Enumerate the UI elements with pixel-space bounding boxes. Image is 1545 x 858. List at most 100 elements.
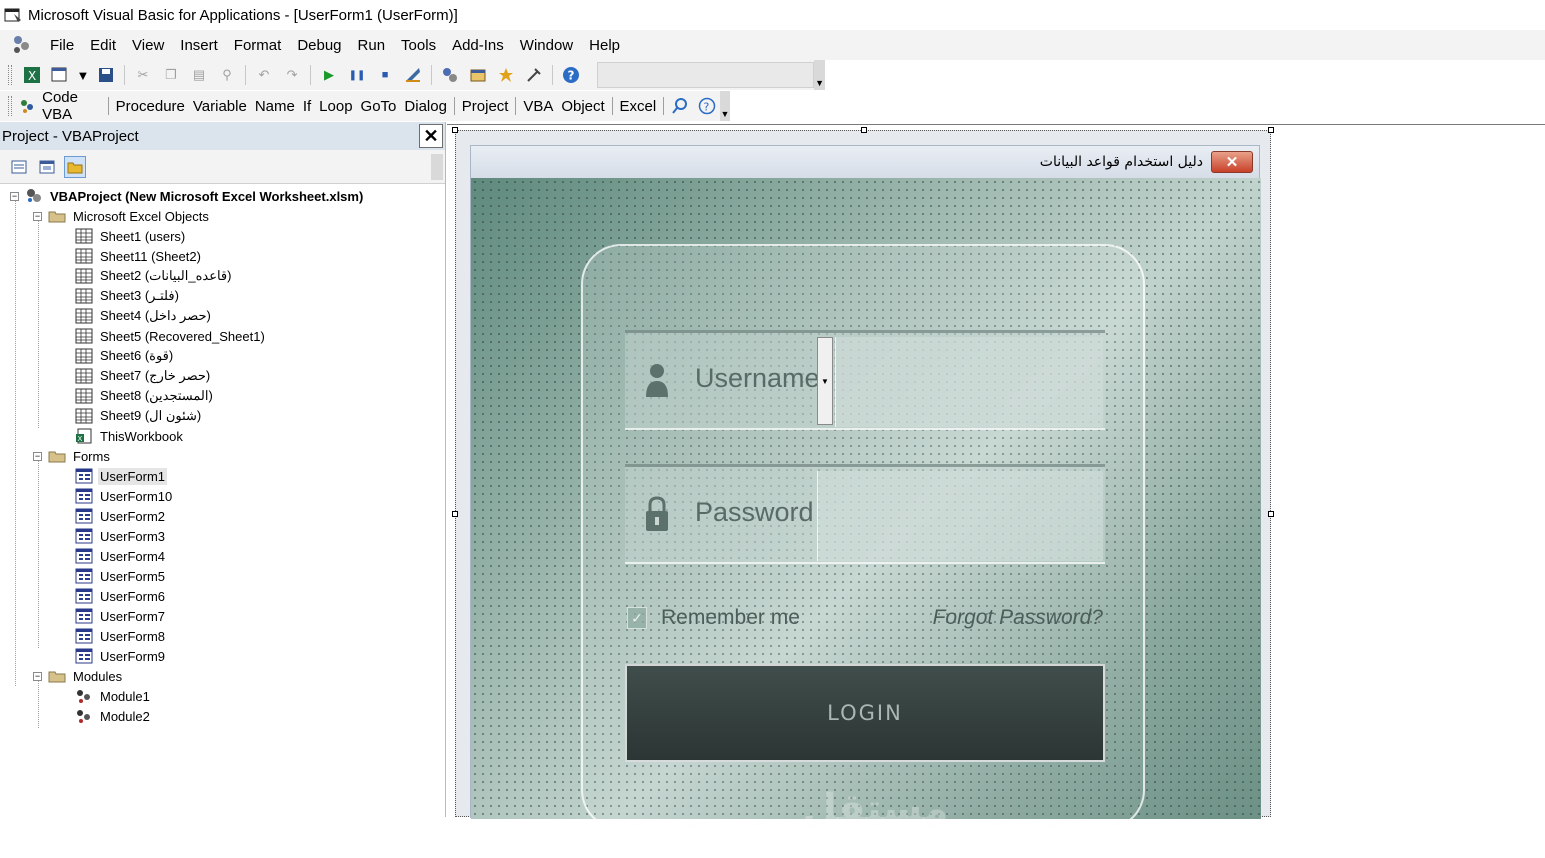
- view-object-icon[interactable]: [36, 156, 58, 178]
- remember-me[interactable]: ✓ Remember me: [627, 606, 800, 630]
- tree-item-userform2[interactable]: UserForm2: [75, 506, 167, 526]
- username-dropdown-icon[interactable]: ▼: [817, 337, 833, 425]
- tree-item-userform10[interactable]: UserForm10: [75, 486, 174, 506]
- tree-root[interactable]: − VBAProject (New Microsoft Excel Worksh…: [10, 186, 365, 206]
- design-mode-icon[interactable]: [403, 64, 423, 86]
- username-input[interactable]: [835, 337, 1103, 427]
- close-icon[interactable]: ✕: [419, 124, 443, 148]
- goto-menu[interactable]: GoTo: [357, 98, 401, 115]
- insert-userform-icon[interactable]: [50, 64, 70, 86]
- tree-item-sheet2[interactable]: Sheet2 (قاعده_البيانات): [75, 266, 234, 286]
- toolbar-grip[interactable]: [8, 65, 12, 85]
- project-menu[interactable]: Project: [458, 98, 513, 115]
- tree-item-userform8[interactable]: UserForm8: [75, 626, 167, 646]
- toolbar-grip[interactable]: [8, 96, 12, 116]
- reset-icon[interactable]: ■: [375, 64, 395, 86]
- tree-item-sheet9[interactable]: Sheet9 (شئون ال): [75, 406, 203, 426]
- variable-menu[interactable]: Variable: [189, 98, 251, 115]
- if-menu[interactable]: If: [299, 98, 315, 115]
- tree-item-sheet7[interactable]: Sheet7 (حصر خارج): [75, 366, 212, 386]
- help-icon[interactable]: ?: [561, 64, 581, 86]
- userform-canvas[interactable]: Username ▼ Password ✓ Remember me Forgot…: [471, 178, 1261, 858]
- vba-menu[interactable]: VBA: [519, 98, 557, 115]
- paste-icon[interactable]: ▤: [189, 64, 209, 86]
- userform-selection-frame[interactable]: دليل استخدام قواعد البيانات ✕ Username ▼…: [452, 127, 1274, 858]
- tree-item-thisworkbook[interactable]: X ThisWorkbook: [75, 426, 185, 446]
- toolbar-overflow-icon[interactable]: ▼: [719, 91, 730, 121]
- undo-icon[interactable]: ↶: [254, 64, 274, 86]
- resize-handle[interactable]: [1268, 127, 1274, 133]
- code-vba-menu[interactable]: Code VBA: [38, 89, 105, 123]
- menu-view[interactable]: View: [124, 37, 172, 54]
- vba-menu-icon[interactable]: [10, 34, 34, 56]
- location-combo[interactable]: [597, 62, 815, 88]
- collapse-icon[interactable]: −: [33, 451, 42, 461]
- forgot-password-link[interactable]: Forgot Password?: [933, 606, 1103, 630]
- redo-icon[interactable]: ↷: [282, 64, 302, 86]
- run-icon[interactable]: ▶: [319, 64, 339, 86]
- toggle-folders-icon[interactable]: [64, 155, 86, 178]
- tree-item-userform1[interactable]: UserForm1: [75, 466, 168, 486]
- menu-insert[interactable]: Insert: [172, 37, 226, 54]
- object-menu[interactable]: Object: [557, 98, 608, 115]
- tree-item-userform4[interactable]: UserForm4: [75, 546, 167, 566]
- folder-modules[interactable]: − Modules: [33, 666, 124, 686]
- remember-checkbox[interactable]: ✓: [627, 607, 647, 629]
- tree-item-module2[interactable]: Module2: [75, 706, 152, 726]
- collapse-icon[interactable]: −: [10, 191, 19, 201]
- search-icon[interactable]: [671, 95, 689, 117]
- resize-handle[interactable]: [861, 127, 867, 133]
- tree-item-userform6[interactable]: UserForm6: [75, 586, 167, 606]
- tree-item-sheet5[interactable]: Sheet5 (Recovered_Sheet1): [75, 326, 267, 346]
- excel-menu[interactable]: Excel: [616, 98, 661, 115]
- save-icon[interactable]: [96, 64, 116, 86]
- resize-handle[interactable]: [452, 511, 458, 517]
- tree-item-sheet3[interactable]: Sheet3 (فلتـر): [75, 286, 181, 306]
- menu-run[interactable]: Run: [350, 37, 394, 54]
- folder-excel-objects[interactable]: − Microsoft Excel Objects: [33, 206, 211, 226]
- menu-tools[interactable]: Tools: [393, 37, 444, 54]
- tree-item-userform9[interactable]: UserForm9: [75, 646, 167, 666]
- menu-add-ins[interactable]: Add-Ins: [444, 37, 512, 54]
- password-input[interactable]: [817, 471, 1103, 561]
- toolbar-overflow-icon[interactable]: ▼: [814, 60, 826, 90]
- help-circle-icon[interactable]: ?: [698, 95, 716, 117]
- menu-help[interactable]: Help: [581, 37, 628, 54]
- object-browser-icon[interactable]: [496, 64, 516, 86]
- pane-toolbar-overflow[interactable]: [431, 154, 443, 180]
- tree-item-sheet11[interactable]: Sheet11 (Sheet2): [75, 246, 203, 266]
- find-icon[interactable]: ⚲: [217, 64, 237, 86]
- tree-item-userform7[interactable]: UserForm7: [75, 606, 167, 626]
- tree-item-sheet1[interactable]: Sheet1 (users): [75, 226, 187, 246]
- resize-handle[interactable]: [1268, 511, 1274, 517]
- resize-handle[interactable]: [452, 127, 458, 133]
- dialog-menu[interactable]: Dialog: [400, 98, 451, 115]
- menu-file[interactable]: File: [42, 37, 82, 54]
- menu-debug[interactable]: Debug: [289, 37, 349, 54]
- cut-icon[interactable]: ✂: [133, 64, 153, 86]
- tree-item-module1[interactable]: Module1: [75, 686, 152, 706]
- toolbox-icon[interactable]: [524, 64, 544, 86]
- menu-edit[interactable]: Edit: [82, 37, 124, 54]
- collapse-icon[interactable]: −: [33, 671, 42, 681]
- name-menu[interactable]: Name: [251, 98, 299, 115]
- tree-item-userform3[interactable]: UserForm3: [75, 526, 167, 546]
- project-explorer-icon[interactable]: [440, 64, 460, 86]
- code-vba-icon[interactable]: [18, 95, 36, 117]
- tree-item-sheet4[interactable]: Sheet4 (حصر داخل): [75, 306, 213, 326]
- loop-menu[interactable]: Loop: [315, 98, 356, 115]
- folder-forms[interactable]: − Forms: [33, 446, 112, 466]
- collapse-icon[interactable]: −: [33, 211, 42, 221]
- excel-icon[interactable]: X: [22, 64, 42, 86]
- procedure-menu[interactable]: Procedure: [112, 98, 189, 115]
- dropdown-arrow-icon[interactable]: ▼: [76, 64, 89, 86]
- menu-format[interactable]: Format: [226, 37, 290, 54]
- userform-close-icon[interactable]: ✕: [1211, 151, 1253, 173]
- view-code-icon[interactable]: [8, 156, 30, 178]
- copy-icon[interactable]: ❐: [161, 64, 181, 86]
- tree-item-sheet8[interactable]: Sheet8 (المستجدين): [75, 386, 215, 406]
- properties-window-icon[interactable]: [468, 64, 488, 86]
- menu-window[interactable]: Window: [512, 37, 581, 54]
- login-button[interactable]: LOGIN: [625, 664, 1105, 762]
- break-icon[interactable]: ❚❚: [347, 64, 367, 86]
